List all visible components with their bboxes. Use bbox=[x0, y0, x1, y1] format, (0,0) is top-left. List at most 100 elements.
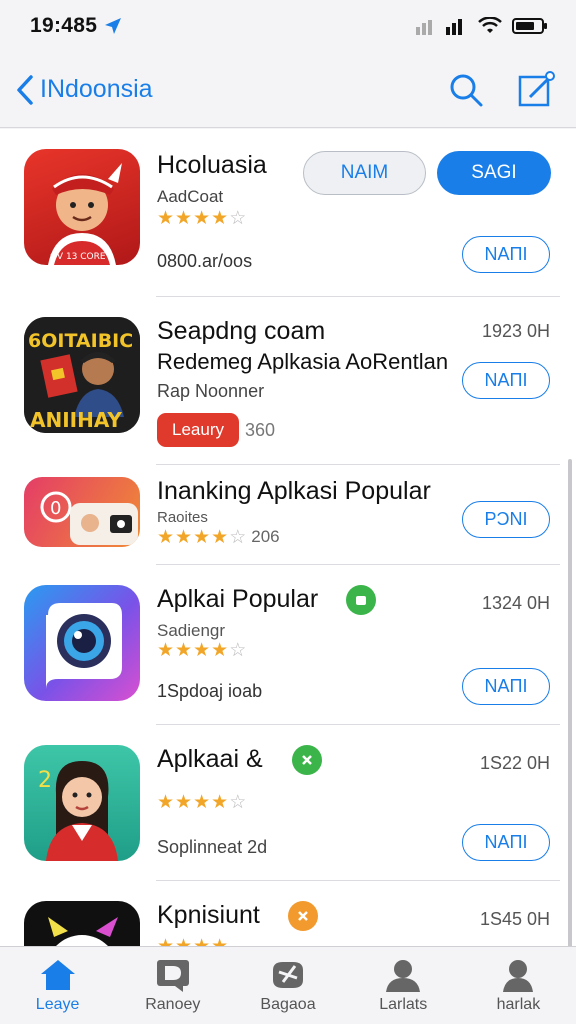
status-bar: 19:485 bbox=[0, 0, 576, 52]
back-label: INdoonsia bbox=[40, 75, 153, 103]
get-button[interactable]: NAΠI bbox=[462, 824, 550, 861]
app-meta: Soplinneat 2d bbox=[157, 837, 268, 857]
star-icon: ☆ bbox=[229, 640, 247, 661]
location-icon bbox=[105, 18, 122, 34]
primary-button[interactable]: SAGI bbox=[437, 151, 551, 195]
status-time: 19:485 bbox=[30, 14, 123, 38]
app-title: Kpnisiunt bbox=[157, 901, 260, 929]
back-button[interactable]: INdoonsia bbox=[16, 74, 153, 106]
star-rating: ★★★★ bbox=[157, 937, 228, 946]
app-developer: Rap Noonner bbox=[157, 381, 265, 401]
search-icon[interactable] bbox=[448, 72, 484, 108]
scroll-indicator[interactable] bbox=[568, 459, 572, 946]
app-icon: OV 13 CORE bbox=[24, 149, 140, 265]
app-subtitle: Sadiengr bbox=[157, 621, 226, 640]
app-subtitle: AadCoat bbox=[157, 187, 224, 206]
get-button[interactable]: NAΠI bbox=[462, 668, 550, 705]
tab-bagaoa[interactable]: Bagaoa bbox=[230, 947, 345, 1024]
star-icon: ★ bbox=[211, 640, 229, 661]
star-rating: ★ ★ ★ ★ ☆ bbox=[157, 793, 246, 812]
list-item[interactable]: 2 Aplkaai & ★ ★ ★ ★ ☆ Soplinneat 2d 1S22 0H … bbox=[0, 725, 576, 881]
battery-icon bbox=[512, 18, 547, 34]
star-icon: ★ bbox=[193, 640, 211, 661]
app-time: 1S22 0H bbox=[479, 753, 550, 773]
star-icon: ★ bbox=[211, 792, 229, 813]
star-icon: ☆ bbox=[229, 208, 247, 229]
app-time: 1923 0H bbox=[481, 321, 550, 341]
tab-label: harlak bbox=[496, 995, 541, 1013]
app-title: Seapdng coam bbox=[157, 317, 326, 345]
profile-icon bbox=[503, 959, 534, 992]
get-button[interactable]: PƆNI bbox=[462, 501, 550, 538]
navigation-bar: INdoonsia bbox=[0, 52, 576, 128]
app-meta: 1Spdoaj ioab bbox=[157, 681, 263, 701]
tab-label: Ranoey bbox=[145, 995, 201, 1013]
star-icon: ★ bbox=[157, 640, 175, 661]
app-icon: 6OITAIBIC ANIIHAY bbox=[24, 317, 140, 433]
list-item[interactable]: OV 13 CORE Hcoluasia AadCoat ★ ★ ★ ★ ☆ 0800.… bbox=[0, 129, 576, 297]
chevron-left-icon bbox=[17, 74, 33, 105]
star-icon: ★ bbox=[175, 208, 193, 229]
wifi-icon bbox=[478, 17, 502, 33]
app-subtitle: Raoites bbox=[157, 509, 208, 526]
app-title: Aplkai Popular bbox=[157, 585, 319, 613]
app-title: Aplkaai & bbox=[157, 745, 263, 773]
star-rating: ★ ★ ★ ★ ☆ bbox=[157, 209, 246, 228]
star-icon: ★ bbox=[211, 937, 228, 946]
app-icon: 0 bbox=[24, 477, 140, 547]
tab-ranoey[interactable]: Ranoey bbox=[115, 947, 230, 1024]
list-item[interactable]: 0 Inanking Aplkasi Popular Raoites ★ ★ ★ ★ ☆… bbox=[0, 465, 576, 565]
tab-bar: Leaye Ranoey Bagaoa Larlats harlak bbox=[0, 946, 576, 1024]
star-icon: ☆ bbox=[229, 792, 247, 813]
star-icon: ★ bbox=[157, 792, 175, 813]
clock: 19:485 bbox=[30, 14, 98, 37]
icon-text-top: 6OITAIBIC bbox=[28, 330, 133, 352]
star-icon: ★ bbox=[211, 527, 229, 548]
get-button[interactable]: NAΠI bbox=[462, 236, 550, 273]
person-icon bbox=[386, 959, 421, 992]
app-meta: 0800.ar/oos bbox=[157, 251, 253, 271]
star-icon: ★ bbox=[157, 527, 175, 548]
compose-icon[interactable] bbox=[518, 70, 556, 109]
app-icon bbox=[24, 901, 140, 946]
star-icon: ★ bbox=[211, 208, 229, 229]
category-badge: Leaury bbox=[157, 413, 239, 447]
star-rating: ★ ★ ★ ★ ☆ 206 bbox=[157, 528, 280, 547]
tab-label: Larlats bbox=[379, 995, 428, 1013]
signal-icon bbox=[416, 19, 462, 35]
media-icon bbox=[156, 959, 189, 992]
get-button[interactable]: NAΠI bbox=[462, 362, 550, 399]
tab-larlats[interactable]: Larlats bbox=[346, 947, 461, 1024]
app-icon: 2 bbox=[24, 745, 140, 861]
games-icon bbox=[273, 961, 303, 988]
star-icon: ★ bbox=[193, 792, 211, 813]
app-title: Hcoluasia bbox=[157, 151, 267, 179]
tab-harlak[interactable]: harlak bbox=[461, 947, 576, 1024]
list-item[interactable]: Aplkai Popular Sadiengr ★ ★ ★ ★ ☆ 1Spdoaj io… bbox=[0, 565, 576, 725]
svg-text:OV 13 CORE: OV 13 CORE bbox=[50, 252, 106, 262]
app-icon bbox=[24, 585, 140, 701]
app-time: 1324 0H bbox=[481, 593, 550, 613]
home-icon bbox=[40, 959, 75, 990]
star-icon: ★ bbox=[193, 527, 211, 548]
svg-text:0: 0 bbox=[50, 498, 61, 519]
badge-icon bbox=[292, 745, 322, 775]
list-item[interactable]: 6OITAIBIC ANIIHAY Seapdng coam Redemeg A… bbox=[0, 297, 576, 465]
list-item[interactable]: Kpnisiunt 1S45 0H ★★★★ bbox=[0, 881, 576, 946]
star-icon: ★ bbox=[193, 208, 211, 229]
star-icon: ☆ bbox=[229, 527, 247, 548]
star-icon: ★ bbox=[175, 527, 193, 548]
tab-label: Leaye bbox=[35, 995, 80, 1013]
star-icon: ★ bbox=[193, 937, 210, 946]
app-count: 360 bbox=[245, 420, 276, 440]
star-icon: ★ bbox=[175, 640, 193, 661]
icon-text-bottom: ANIIHAY bbox=[30, 408, 122, 432]
app-list: OV 13 CORE Hcoluasia AadCoat ★ ★ ★ ★ ☆ 0800.… bbox=[0, 129, 576, 946]
star-icon: ★ bbox=[157, 208, 175, 229]
star-rating: ★ ★ ★ ★ ☆ bbox=[157, 641, 246, 660]
rating-count: 206 bbox=[251, 527, 280, 546]
status-icons bbox=[416, 17, 548, 35]
app-description: Redemeg Aplkasia AoRentlan bbox=[157, 349, 449, 374]
tab-leaye[interactable]: Leaye bbox=[0, 947, 115, 1024]
secondary-button[interactable]: NAIM bbox=[303, 151, 426, 195]
